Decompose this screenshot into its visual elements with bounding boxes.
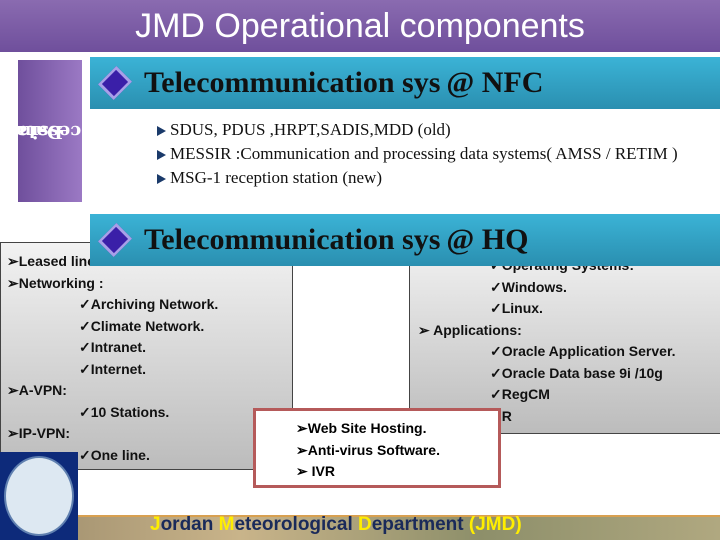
jmd-logo [0, 452, 78, 540]
footer-banner: Jordan Meteorological Department (JMD) [0, 514, 720, 540]
footer-text-part: (JMD) [468, 514, 522, 535]
footer-text-part: M [218, 514, 235, 535]
center-box-services: ➢Web Site Hosting. ➢Anti-virus Software. ➢… [253, 408, 501, 488]
list-item: ✓Intranet. [79, 339, 146, 355]
footer-text-part: ordan [160, 514, 219, 535]
list-item: ➢IP-VPN: [7, 425, 71, 441]
bullet-item: MESSIR :Communication and processing dat… [155, 142, 715, 166]
bullet-item: SDUS, PDUS ,HRPT,SADIS,MDD (old) [155, 118, 715, 142]
list-item: ✓RegCM [490, 386, 550, 402]
nfc-bullet-list: SDUS, PDUS ,HRPT,SADIS,MDD (old) MESSIR :… [155, 118, 715, 190]
list-item: ➢ IVR [296, 463, 335, 479]
list-item: ✓Oracle Application Server. [490, 343, 676, 359]
footer-text-part: eteorological [234, 514, 358, 535]
right-box-systems: ✓Operating Systems:✓Windows.✓Linux.➢ App… [409, 242, 720, 434]
list-item: ✓Climate Network. [79, 317, 205, 334]
diamond-icon [97, 222, 133, 258]
footer-text-part: epartment [371, 514, 469, 535]
list-item: ✓Archiving Network. [79, 296, 219, 312]
list-item: ➢Anti-virus Software. [296, 441, 440, 458]
footer-text-part: J [150, 514, 161, 535]
list-item: ✓Linux. [490, 300, 543, 316]
list-item: ➢Networking : [7, 274, 104, 291]
list-item: ✓Windows. [490, 278, 567, 295]
diamond-icon [97, 65, 133, 101]
list-item: ✓10 Stations. [79, 403, 170, 420]
header-hq: Telecommunication sys @ HQ [90, 214, 720, 266]
footer-text: Jordan Meteorological Department (JMD) [150, 514, 522, 536]
side-tab-data-processing: Data Processing [6, 60, 116, 202]
header-nfc: Telecommunication sys @ NFC [90, 57, 720, 109]
slide-title: JMD Operational components [0, 0, 720, 52]
left-box-networking: ➢Leased lines ➢Networking : ✓Archiving Net… [0, 242, 293, 470]
list-item: ➢Web Site Hosting. [296, 420, 427, 436]
list-item: ➢ Applications: [418, 321, 522, 338]
list-item: ✓Oracle Data base 9i /10g [490, 364, 663, 381]
list-item: ➢A-VPN: [7, 382, 67, 398]
footer-text-part: D [358, 514, 372, 535]
list-item: ✓Internet. [79, 360, 146, 377]
bullet-item: MSG-1 reception station (new) [155, 166, 715, 190]
